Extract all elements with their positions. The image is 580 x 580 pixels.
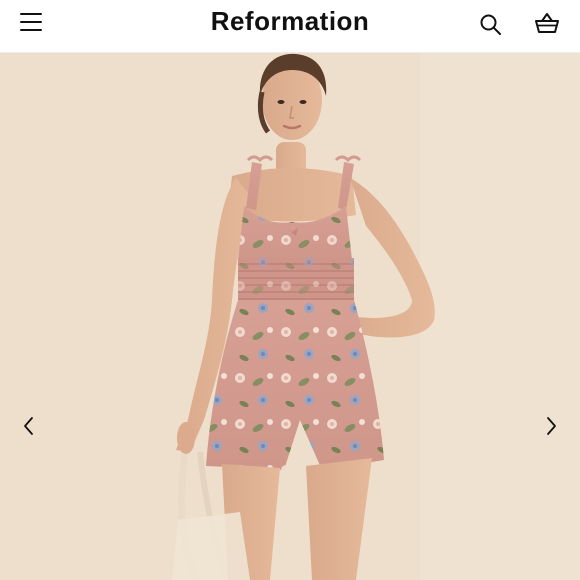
hamburger-menu-icon	[20, 13, 42, 15]
top-nav-bar: Reformation	[0, 0, 580, 53]
hamburger-line	[20, 29, 42, 31]
brand-logo[interactable]: Reformation	[211, 6, 370, 36]
next-image-button[interactable]	[537, 412, 565, 440]
search-button[interactable]	[478, 12, 504, 38]
product-photo	[0, 53, 580, 580]
product-image-gallery[interactable]	[0, 53, 580, 580]
menu-button[interactable]	[18, 10, 46, 34]
previous-image-button[interactable]	[15, 412, 43, 440]
search-icon	[480, 14, 501, 35]
product-page: Reformation	[0, 0, 580, 580]
shopping-basket-icon	[535, 13, 559, 33]
cart-button[interactable]	[533, 11, 561, 37]
hamburger-line	[20, 21, 42, 23]
chevron-right-icon	[547, 417, 556, 435]
chevron-left-icon	[24, 417, 33, 435]
